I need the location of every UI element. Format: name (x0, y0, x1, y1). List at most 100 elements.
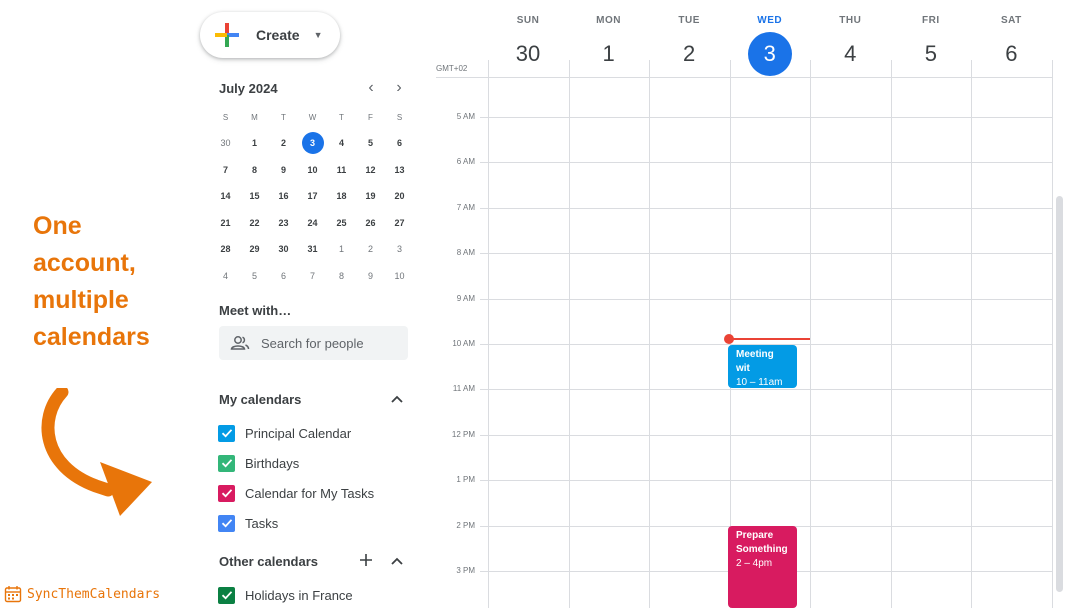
event-prepare-something[interactable]: Prepare Something 2 – 4pm (728, 526, 797, 608)
mini-calendar-day[interactable]: 2 (356, 236, 385, 263)
mini-calendar-day[interactable]: 16 (269, 183, 298, 210)
checkbox-checked-icon[interactable] (218, 454, 235, 472)
hour-label: 10 AM (452, 339, 475, 348)
mini-calendar-day[interactable]: 3 (385, 236, 414, 263)
hour-label: 2 PM (456, 520, 475, 530)
calendar-item-label: Birthdays (245, 455, 300, 471)
mini-calendar-day[interactable]: 10 (298, 157, 327, 184)
calendar-item-label: Calendar for My Tasks (245, 485, 375, 501)
day-of-week-label: SAT (1001, 15, 1022, 26)
mini-day-number: 10 (394, 270, 405, 281)
meet-with-title: Meet with… (219, 303, 292, 318)
mini-calendar-day[interactable]: 9 (356, 263, 385, 290)
prev-month-icon[interactable]: ‹ (362, 79, 380, 97)
mini-calendar-day[interactable]: 8 (240, 157, 269, 184)
mini-weekday-header: W (308, 112, 317, 122)
mini-day-number: 3 (396, 244, 402, 255)
checkbox-checked-icon[interactable] (218, 424, 235, 442)
add-calendar-plus-icon[interactable] (359, 553, 373, 567)
checkbox-checked-icon[interactable] (218, 586, 235, 604)
event-meeting[interactable]: Meeting wit 10 – 11am (728, 345, 797, 388)
mini-calendar-day[interactable]: 1 (327, 236, 356, 263)
mini-day-number: 1 (338, 244, 344, 255)
dropdown-caret-icon: ▼ (313, 30, 323, 40)
collapse-chevron-up-icon[interactable] (390, 392, 404, 406)
checkbox-checked-icon[interactable] (218, 514, 235, 532)
mini-calendar-day[interactable]: 6 (269, 263, 298, 290)
mini-calendar-day[interactable]: 15 (240, 183, 269, 210)
mini-calendar-day[interactable]: 9 (269, 157, 298, 184)
mini-calendar-day[interactable]: 19 (356, 183, 385, 210)
mini-calendar-grid: S M T W T F S 30 1 2 3 4 5 6 7 8 9 10 11 12 13 14 15 16 17 18 19 20… (211, 104, 414, 289)
checkbox-checked-icon[interactable] (218, 484, 235, 502)
mini-calendar-day[interactable]: 4 (327, 130, 356, 157)
next-month-icon[interactable]: › (390, 79, 408, 97)
mini-calendar-day[interactable]: 2 (269, 130, 298, 157)
mini-calendar-day[interactable]: 24 (298, 210, 327, 237)
hour-label: 11 AM (452, 384, 475, 394)
mini-calendar-day[interactable]: 7 (298, 263, 327, 290)
hour-label: 3 PM (456, 566, 475, 575)
mini-day-number: 5 (251, 270, 257, 281)
mini-day-number: 28 (220, 244, 231, 255)
day-of-week-label: WED (757, 15, 783, 26)
grid-column-divider (1051, 60, 1053, 608)
mini-day-number: 30 (220, 138, 231, 149)
mini-day-number: 9 (280, 164, 286, 175)
mini-calendar-day[interactable]: 11 (327, 157, 356, 184)
mini-day-number: 16 (278, 191, 289, 202)
timezone-label: GMT+02 (436, 64, 468, 73)
mini-day-number: 1 (251, 138, 257, 149)
day-of-week-label: SUN (516, 15, 540, 26)
collapse-chevron-up-icon[interactable] (390, 554, 404, 568)
calendar-item[interactable]: Holidays in France (218, 585, 353, 605)
mini-calendar-day[interactable]: 10 (385, 263, 414, 290)
mini-calendar-day[interactable]: 30 (269, 236, 298, 263)
mini-day-number: 27 (394, 217, 405, 228)
mini-weekday-header: T (281, 112, 286, 122)
mini-calendar-day[interactable]: 30 (211, 130, 240, 157)
vertical-scrollbar[interactable] (1056, 196, 1063, 592)
mini-calendar-day[interactable]: 21 (211, 210, 240, 237)
mini-calendar-day[interactable]: 13 (385, 157, 414, 184)
mini-day-number: 3 (301, 132, 324, 155)
mini-calendar-day[interactable]: 5 (356, 130, 385, 157)
day-of-week-label: FRI (922, 15, 940, 26)
hour-label: 5 AM (456, 112, 475, 121)
mini-day-number: 2 (280, 138, 286, 149)
mini-calendar-day[interactable]: 5 (240, 263, 269, 290)
mini-calendar-day[interactable]: 1 (240, 130, 269, 157)
mini-calendar-day[interactable]: 6 (385, 130, 414, 157)
mini-calendar-day[interactable]: 23 (269, 210, 298, 237)
mini-calendar-day[interactable]: 17 (298, 183, 327, 210)
day-of-week-label: MON (596, 15, 621, 26)
mini-calendar-day[interactable]: 14 (211, 183, 240, 210)
mini-calendar-day[interactable]: 3 (298, 130, 327, 157)
mini-calendar-day[interactable]: 7 (211, 157, 240, 184)
mini-calendar-day[interactable]: 12 (356, 157, 385, 184)
mini-calendar-title: July 2024 (219, 81, 278, 96)
calendar-item[interactable]: Principal Calendar (218, 423, 351, 443)
mini-day-number: 15 (249, 191, 260, 202)
mini-calendar-day[interactable]: 4 (211, 263, 240, 290)
search-people-input[interactable]: Search for people (219, 326, 408, 360)
mini-calendar-day[interactable]: 31 (298, 236, 327, 263)
mini-calendar-day[interactable]: 8 (327, 263, 356, 290)
mini-calendar-day[interactable]: 26 (356, 210, 385, 237)
mini-day-number: 24 (307, 217, 318, 228)
calendar-item[interactable]: Birthdays (218, 453, 299, 473)
mini-calendar-day[interactable]: 20 (385, 183, 414, 210)
mini-day-number: 26 (365, 217, 376, 228)
hour-label: 7 AM (456, 202, 475, 212)
create-button[interactable]: Create ▼ (200, 12, 340, 58)
mini-calendar-day[interactable]: 22 (240, 210, 269, 237)
mini-calendar-day[interactable]: 27 (385, 210, 414, 237)
mini-calendar-day[interactable]: 25 (327, 210, 356, 237)
mini-day-number: 17 (307, 191, 318, 202)
mini-calendar-day[interactable]: 18 (327, 183, 356, 210)
mini-weekday-header: T (339, 112, 344, 122)
mini-calendar-day[interactable]: 29 (240, 236, 269, 263)
mini-calendar-day[interactable]: 28 (211, 236, 240, 263)
calendar-item[interactable]: Calendar for My Tasks (218, 483, 374, 503)
calendar-item[interactable]: Tasks (218, 513, 278, 533)
